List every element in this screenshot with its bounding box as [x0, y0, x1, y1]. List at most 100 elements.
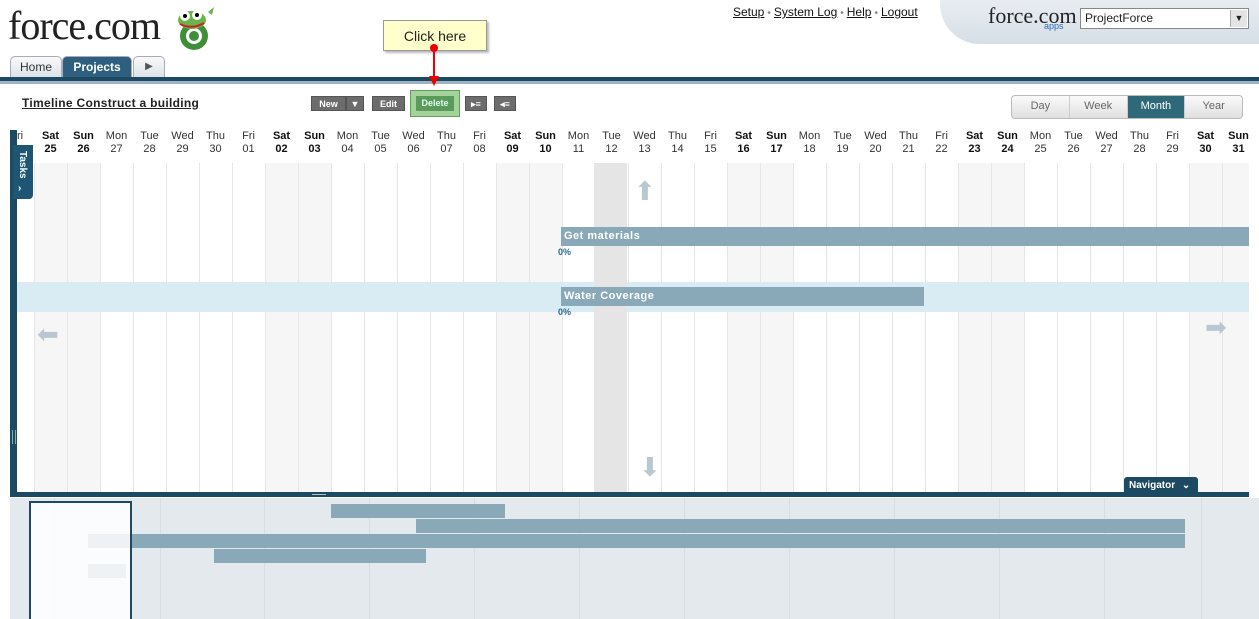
- help-link[interactable]: Help: [847, 5, 872, 19]
- new-dropdown-chevron-icon[interactable]: ▼: [346, 96, 364, 111]
- day-header: Sun 17: [766, 130, 787, 155]
- navigator-panel[interactable]: [10, 498, 1259, 619]
- chevron-right-icon: ›: [18, 183, 22, 194]
- scroll-left-arrow-icon[interactable]: ⬅: [37, 319, 59, 350]
- task-bar-get-materials[interactable]: Get materials: [561, 227, 1249, 246]
- day-header: Thu 30: [206, 130, 225, 155]
- day-column: [1090, 163, 1124, 492]
- vertical-resize-grip-icon[interactable]: [12, 430, 16, 444]
- day-column: [1156, 163, 1190, 492]
- chevron-down-icon: ⌄: [1181, 480, 1191, 491]
- day-column: [331, 163, 365, 492]
- day-header: Tue 05: [371, 130, 390, 155]
- day-header: Fri 29: [1166, 130, 1179, 155]
- day-column: [727, 163, 761, 492]
- day-header: Mon 04: [336, 130, 359, 155]
- edit-button[interactable]: Edit: [372, 96, 405, 111]
- day-column: [496, 163, 530, 492]
- indent-icon[interactable]: ▸≡: [465, 96, 487, 111]
- tab-projects[interactable]: Projects: [62, 56, 132, 77]
- page-title[interactable]: Timeline Construct a building: [22, 96, 199, 110]
- day-header: Tue 19: [833, 130, 852, 155]
- day-header: Sat 30: [1196, 130, 1215, 155]
- day-column: [892, 163, 926, 492]
- day-header: Wed 27: [1095, 130, 1118, 155]
- outdent-icon[interactable]: ◂≡: [494, 96, 516, 111]
- day-column: [859, 163, 893, 492]
- day-header: Fri 15: [704, 130, 717, 155]
- chevron-down-icon[interactable]: ▼: [1230, 10, 1247, 27]
- view-year-button[interactable]: Year: [1185, 96, 1242, 118]
- day-column: [430, 163, 464, 492]
- day-column: [232, 163, 266, 492]
- day-column: [925, 163, 959, 492]
- pointer-dot: [430, 44, 438, 52]
- today-column: [594, 163, 627, 492]
- delete-button[interactable]: Delete: [416, 96, 454, 111]
- day-header: Sat 25: [41, 130, 60, 155]
- day-column: [166, 163, 200, 492]
- task-progress: 0%: [558, 247, 572, 257]
- day-column: [463, 163, 497, 492]
- day-header: Tue 28: [140, 130, 159, 155]
- day-header: Mon 25: [1029, 130, 1052, 155]
- scroll-down-arrow-icon[interactable]: ⬇: [639, 452, 661, 483]
- day-column: [133, 163, 167, 492]
- day-column: [1024, 163, 1058, 492]
- tab-more-arrow-icon[interactable]: ▶: [133, 56, 165, 77]
- day-header: Mon 11: [567, 130, 590, 155]
- navigator-task-bar: [331, 504, 505, 518]
- day-header: Thu 07: [437, 130, 456, 155]
- day-column: [694, 163, 728, 492]
- task-bar-water-coverage[interactable]: Water Coverage: [561, 287, 924, 306]
- day-header: Sun 31: [1228, 130, 1249, 155]
- new-button[interactable]: New: [311, 96, 346, 111]
- app-select[interactable]: ProjectForce ▼: [1080, 8, 1249, 29]
- navigator-task-bar: [88, 534, 1185, 548]
- day-header: Sat 23: [965, 130, 984, 155]
- force-logo[interactable]: force.com: [8, 2, 161, 49]
- pointer-arrow-icon: [429, 76, 439, 86]
- day-column: [397, 163, 431, 492]
- top-links: Setup • System Log • Help • Logout: [733, 5, 918, 19]
- day-header: Sat 02: [272, 130, 291, 155]
- day-header: Sun 24: [997, 130, 1018, 155]
- view-day-button[interactable]: Day: [1012, 96, 1070, 118]
- day-column: [958, 163, 992, 492]
- logout-link[interactable]: Logout: [881, 5, 918, 19]
- view-week-button[interactable]: Week: [1070, 96, 1128, 118]
- tasks-panel-tab[interactable]: Tasks ›: [13, 145, 33, 199]
- day-column: [529, 163, 563, 492]
- day-header: Tue 12: [602, 130, 621, 155]
- day-header: Fri 01: [242, 130, 255, 155]
- task-progress: 0%: [558, 307, 572, 317]
- day-column: [760, 163, 794, 492]
- day-header: Sun 26: [73, 130, 94, 155]
- day-header: Wed 29: [171, 130, 194, 155]
- day-header: Thu 21: [899, 130, 918, 155]
- day-header: Wed 20: [864, 130, 887, 155]
- force-apps-sub: apps: [1044, 21, 1064, 31]
- day-column: [1057, 163, 1091, 492]
- day-header: Thu 28: [1130, 130, 1149, 155]
- navigator-viewport-window[interactable]: [29, 501, 132, 619]
- view-month-button[interactable]: Month: [1127, 96, 1186, 118]
- setup-link[interactable]: Setup: [733, 5, 764, 19]
- scroll-right-arrow-icon[interactable]: ➡: [1205, 312, 1227, 343]
- day-column: [199, 163, 233, 492]
- day-header: Sun 10: [535, 130, 556, 155]
- timeline-grid[interactable]: ri Sat 25 Sun 26 Mon 27 Tue 28 Wed 29 Thu 30 Fri 01 Sa…: [10, 130, 1249, 497]
- day-header: Wed 06: [402, 130, 425, 155]
- navigator-toggle-button[interactable]: Navigator ⌄: [1124, 477, 1198, 494]
- day-header: Sun 03: [304, 130, 325, 155]
- day-header: Wed 13: [633, 130, 656, 155]
- day-header: Sat 09: [503, 130, 522, 155]
- system-log-link[interactable]: System Log: [774, 5, 837, 19]
- tab-home[interactable]: Home: [10, 56, 62, 77]
- day-column: [562, 163, 596, 492]
- scroll-up-arrow-icon[interactable]: ⬆: [634, 176, 656, 207]
- mascot-logo: [170, 6, 218, 52]
- pointer-line: [433, 52, 435, 78]
- app-select-value: ProjectForce: [1085, 11, 1154, 25]
- header-divider-light: [0, 81, 1259, 84]
